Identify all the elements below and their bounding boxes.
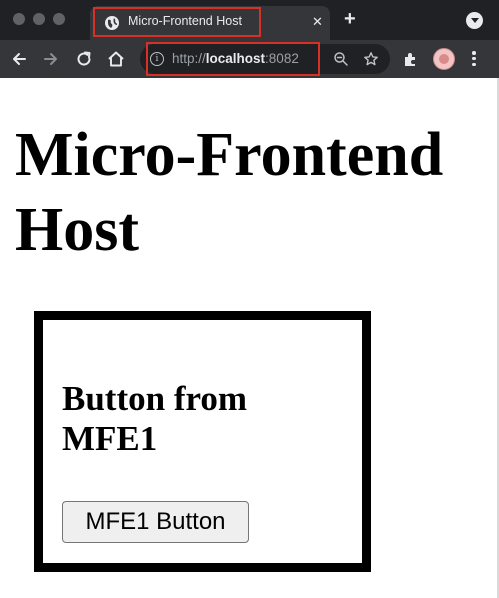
info-icon[interactable]: i	[150, 52, 164, 66]
extensions-icon[interactable]	[401, 49, 421, 69]
mfe1-button[interactable]: MFE1 Button	[62, 501, 249, 543]
tab-title: Micro-Frontend Host	[128, 14, 242, 28]
mfe1-container: Button from MFE1 MFE1 Button	[34, 311, 371, 572]
window-close-dot[interactable]	[13, 13, 25, 25]
reload-icon[interactable]	[74, 49, 94, 69]
back-arrow-icon[interactable]	[9, 49, 29, 69]
window-minimize-dot[interactable]	[33, 13, 45, 25]
window-zoom-dot[interactable]	[53, 13, 65, 25]
tab-search-icon[interactable]	[466, 12, 483, 29]
kebab-menu-icon[interactable]	[472, 51, 476, 67]
url-port: :8082	[265, 51, 299, 66]
url-scheme: http://	[172, 51, 206, 66]
browser-tab[interactable]: Micro-Frontend Host ✕	[90, 6, 330, 40]
address-bar[interactable]: i http://localhost:8082	[140, 44, 390, 74]
globe-icon	[105, 16, 119, 30]
tab-strip: Micro-Frontend Host ✕ +	[0, 0, 499, 40]
star-icon[interactable]	[363, 51, 379, 67]
mfe1-heading: Button from MFE1	[62, 379, 248, 458]
page-title: Micro-Frontend Host	[15, 121, 444, 264]
forward-arrow-icon[interactable]	[41, 49, 61, 69]
tab-close-icon[interactable]: ✕	[312, 14, 323, 30]
home-icon[interactable]	[106, 49, 126, 69]
zoom-icon[interactable]	[333, 51, 349, 67]
new-tab-button[interactable]: +	[344, 9, 356, 29]
url-text[interactable]: http://localhost:8082	[172, 51, 299, 66]
avatar[interactable]	[433, 48, 455, 70]
browser-toolbar: i http://localhost:8082	[0, 40, 499, 78]
url-host: localhost	[205, 51, 266, 66]
